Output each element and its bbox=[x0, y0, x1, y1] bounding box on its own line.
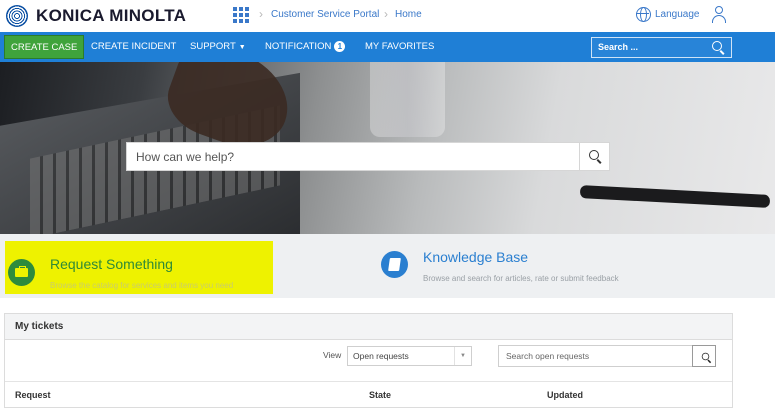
hero-pen-image bbox=[579, 185, 771, 208]
breadcrumb-customer-service-portal[interactable]: Customer Service Portal bbox=[271, 9, 379, 20]
chevron-down-icon: ▼ bbox=[454, 347, 471, 365]
breadcrumb-home[interactable]: Home bbox=[395, 9, 422, 20]
request-something-description: Browse the catalog for services and item… bbox=[50, 281, 234, 290]
column-header-request[interactable]: Request bbox=[15, 390, 51, 400]
my-tickets-title: My tickets bbox=[15, 321, 64, 332]
search-icon[interactable] bbox=[712, 41, 726, 55]
main-nav: CREATE CASE CREATE INCIDENT SUPPORT ▼ NOT… bbox=[0, 32, 775, 62]
brand-name: KONICA MINOLTA bbox=[36, 6, 187, 25]
ticket-table-header: Request State Updated bbox=[5, 381, 732, 409]
request-something-card[interactable]: Request Something Browse the catalog for… bbox=[5, 241, 273, 294]
search-icon bbox=[701, 352, 713, 364]
nav-support-label: SUPPORT bbox=[190, 41, 236, 52]
nav-create-case[interactable]: CREATE CASE bbox=[4, 35, 85, 59]
nav-notification-label: NOTIFICATION bbox=[265, 41, 332, 52]
column-header-state[interactable]: State bbox=[369, 390, 391, 400]
brand-logo[interactable]: KONICA MINOLTA bbox=[6, 5, 186, 27]
chevron-right-icon: › bbox=[259, 7, 263, 21]
konica-minolta-logo-icon bbox=[6, 5, 28, 27]
user-profile-icon[interactable] bbox=[711, 6, 727, 24]
knowledge-base-title: Knowledge Base bbox=[423, 249, 529, 265]
notification-count-badge: 1 bbox=[334, 40, 346, 52]
hero-search-input[interactable]: How can we help? bbox=[136, 150, 234, 164]
nav-my-favorites[interactable]: MY FAVORITES bbox=[365, 32, 434, 62]
search-icon bbox=[589, 150, 603, 164]
globe-icon bbox=[636, 7, 651, 22]
view-filter-value: Open requests bbox=[353, 351, 409, 361]
hero-banner: How can we help? bbox=[0, 62, 775, 234]
column-header-updated[interactable]: Updated bbox=[547, 390, 583, 400]
nav-search-input[interactable]: Search ... bbox=[598, 42, 638, 52]
apps-grid-icon[interactable] bbox=[233, 7, 249, 23]
caret-down-icon: ▼ bbox=[238, 44, 246, 51]
nav-search-box[interactable]: Search ... bbox=[591, 37, 732, 58]
hero-search-box[interactable]: How can we help? bbox=[126, 142, 610, 171]
hero-search-button[interactable] bbox=[579, 143, 609, 170]
request-something-title: Request Something bbox=[50, 256, 173, 272]
nav-support[interactable]: SUPPORT ▼ bbox=[190, 32, 246, 62]
view-filter-select[interactable]: Open requests ▼ bbox=[347, 346, 472, 366]
top-header: KONICA MINOLTA › Customer Service Portal… bbox=[0, 0, 775, 32]
hero-glass-image bbox=[370, 62, 445, 137]
briefcase-icon bbox=[8, 259, 35, 286]
ticket-search-button[interactable] bbox=[692, 345, 716, 367]
knowledge-base-description: Browse and search for articles, rate or … bbox=[423, 274, 619, 283]
quick-links: Request Something Browse the catalog for… bbox=[0, 234, 775, 298]
nav-notification[interactable]: NOTIFICATION 1 bbox=[265, 32, 346, 62]
nav-create-incident[interactable]: CREATE INCIDENT bbox=[91, 32, 176, 62]
ticket-search-box[interactable]: Search open requests bbox=[498, 345, 716, 367]
view-label: View bbox=[323, 350, 342, 360]
language-selector[interactable]: Language bbox=[636, 7, 700, 22]
ticket-search-input[interactable]: Search open requests bbox=[506, 351, 589, 361]
my-tickets-header: My tickets bbox=[5, 314, 732, 340]
chevron-right-icon: › bbox=[384, 7, 388, 21]
my-tickets-panel: My tickets View Open requests ▼ Search o… bbox=[4, 313, 733, 408]
language-label: Language bbox=[655, 9, 700, 20]
book-icon bbox=[381, 251, 408, 278]
